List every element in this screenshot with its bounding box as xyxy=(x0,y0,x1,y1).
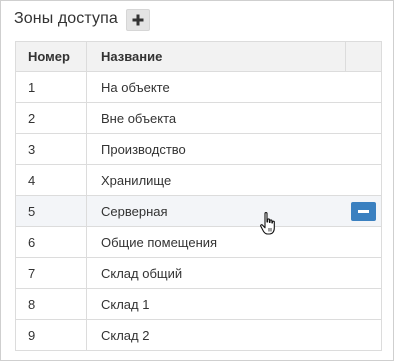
column-header-actions xyxy=(346,42,381,71)
row-actions xyxy=(346,196,381,226)
row-number: 8 xyxy=(16,289,87,319)
access-zones-panel: Зоны доступа Номер Название 1 На объекте… xyxy=(0,0,394,361)
row-number: 1 xyxy=(16,72,87,102)
plus-icon xyxy=(132,14,144,26)
minus-icon xyxy=(358,209,369,213)
row-name: На объекте xyxy=(101,79,170,95)
row-name: Вне объекта xyxy=(101,110,177,126)
row-name: Хранилище xyxy=(101,172,172,188)
row-actions xyxy=(346,258,381,288)
zones-table: Номер Название 1 На объекте 2 Вне объект… xyxy=(15,41,382,351)
table-row[interactable]: 7 Склад общий xyxy=(16,258,381,289)
table-row[interactable]: 9 Склад 2 xyxy=(16,320,381,351)
row-actions xyxy=(346,320,381,350)
row-number: 9 xyxy=(16,320,87,350)
table-row-hovered[interactable]: 5 Серверная xyxy=(16,196,381,227)
table-row[interactable]: 1 На объекте xyxy=(16,72,381,103)
row-actions xyxy=(346,165,381,195)
table-header-row: Номер Название xyxy=(16,42,381,72)
page-title: Зоны доступа xyxy=(14,10,118,27)
row-number: 6 xyxy=(16,227,87,257)
row-actions xyxy=(346,289,381,319)
table-row[interactable]: 4 Хранилище xyxy=(16,165,381,196)
row-name: Производство xyxy=(101,141,186,157)
row-name: Склад общий xyxy=(101,265,183,281)
table-row[interactable]: 6 Общие помещения xyxy=(16,227,381,258)
column-header-number[interactable]: Номер xyxy=(16,42,87,71)
row-actions xyxy=(346,227,381,257)
row-actions xyxy=(346,134,381,164)
row-number: 4 xyxy=(16,165,87,195)
add-zone-button[interactable] xyxy=(125,9,150,31)
panel-header: Зоны доступа xyxy=(14,8,150,31)
row-number: 2 xyxy=(16,103,87,133)
row-number: 3 xyxy=(16,134,87,164)
table-row[interactable]: 8 Склад 1 xyxy=(16,289,381,320)
row-name: Серверная xyxy=(101,203,168,219)
row-number: 5 xyxy=(16,196,87,226)
row-number: 7 xyxy=(16,258,87,288)
row-actions xyxy=(346,72,381,102)
row-name: Склад 1 xyxy=(101,296,150,312)
column-header-name[interactable]: Название xyxy=(87,42,346,71)
remove-zone-button[interactable] xyxy=(351,201,376,221)
row-name: Склад 2 xyxy=(101,327,150,343)
row-name: Общие помещения xyxy=(101,234,218,250)
table-row[interactable]: 2 Вне объекта xyxy=(16,103,381,134)
row-actions xyxy=(346,103,381,133)
table-row[interactable]: 3 Производство xyxy=(16,134,381,165)
